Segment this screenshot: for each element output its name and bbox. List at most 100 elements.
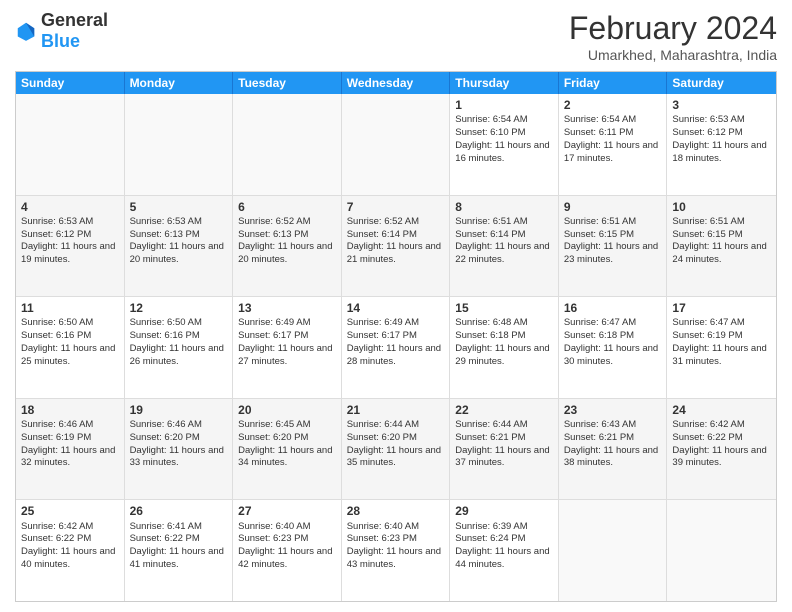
calendar-day-cell: 1Sunrise: 6:54 AMSunset: 6:10 PMDaylight… bbox=[450, 94, 559, 195]
day-number: 20 bbox=[238, 402, 336, 418]
sunrise-text: Sunrise: 6:48 AM bbox=[455, 317, 527, 328]
day-number: 19 bbox=[130, 402, 228, 418]
sunset-text: Sunset: 6:17 PM bbox=[238, 330, 308, 341]
calendar-empty-cell bbox=[16, 94, 125, 195]
daylight-text: Daylight: 11 hours and 24 minutes. bbox=[672, 241, 766, 265]
sunrise-text: Sunrise: 6:47 AM bbox=[564, 317, 636, 328]
sunset-text: Sunset: 6:12 PM bbox=[672, 127, 742, 138]
sunrise-text: Sunrise: 6:54 AM bbox=[564, 114, 636, 125]
logo: General Blue bbox=[15, 10, 108, 52]
day-number: 13 bbox=[238, 300, 336, 316]
calendar: SundayMondayTuesdayWednesdayThursdayFrid… bbox=[15, 71, 777, 602]
calendar-day-cell: 22Sunrise: 6:44 AMSunset: 6:21 PMDayligh… bbox=[450, 399, 559, 500]
sunset-text: Sunset: 6:22 PM bbox=[672, 432, 742, 443]
calendar-day-cell: 7Sunrise: 6:52 AMSunset: 6:14 PMDaylight… bbox=[342, 196, 451, 297]
sunset-text: Sunset: 6:22 PM bbox=[130, 533, 200, 544]
sunrise-text: Sunrise: 6:42 AM bbox=[21, 521, 93, 532]
day-number: 9 bbox=[564, 199, 662, 215]
sunset-text: Sunset: 6:11 PM bbox=[564, 127, 634, 138]
sunset-text: Sunset: 6:19 PM bbox=[672, 330, 742, 341]
daylight-text: Daylight: 11 hours and 19 minutes. bbox=[21, 241, 115, 265]
day-number: 1 bbox=[455, 97, 553, 113]
day-number: 25 bbox=[21, 503, 119, 519]
calendar-day-cell: 5Sunrise: 6:53 AMSunset: 6:13 PMDaylight… bbox=[125, 196, 234, 297]
daylight-text: Daylight: 11 hours and 29 minutes. bbox=[455, 343, 549, 367]
sunset-text: Sunset: 6:14 PM bbox=[347, 229, 417, 240]
calendar-day-cell: 4Sunrise: 6:53 AMSunset: 6:12 PMDaylight… bbox=[16, 196, 125, 297]
daylight-text: Daylight: 11 hours and 27 minutes. bbox=[238, 343, 332, 367]
day-number: 29 bbox=[455, 503, 553, 519]
daylight-text: Daylight: 11 hours and 28 minutes. bbox=[347, 343, 441, 367]
day-number: 11 bbox=[21, 300, 119, 316]
day-number: 21 bbox=[347, 402, 445, 418]
daylight-text: Daylight: 11 hours and 42 minutes. bbox=[238, 546, 332, 570]
sunset-text: Sunset: 6:16 PM bbox=[130, 330, 200, 341]
calendar-header-cell: Sunday bbox=[16, 72, 125, 94]
day-number: 10 bbox=[672, 199, 771, 215]
sunset-text: Sunset: 6:13 PM bbox=[130, 229, 200, 240]
daylight-text: Daylight: 11 hours and 25 minutes. bbox=[21, 343, 115, 367]
daylight-text: Daylight: 11 hours and 32 minutes. bbox=[21, 445, 115, 469]
sunset-text: Sunset: 6:21 PM bbox=[564, 432, 634, 443]
sunset-text: Sunset: 6:10 PM bbox=[455, 127, 525, 138]
day-number: 22 bbox=[455, 402, 553, 418]
sunrise-text: Sunrise: 6:42 AM bbox=[672, 419, 744, 430]
calendar-empty-cell bbox=[559, 500, 668, 601]
calendar-day-cell: 15Sunrise: 6:48 AMSunset: 6:18 PMDayligh… bbox=[450, 297, 559, 398]
calendar-empty-cell bbox=[342, 94, 451, 195]
sunset-text: Sunset: 6:24 PM bbox=[455, 533, 525, 544]
sunrise-text: Sunrise: 6:44 AM bbox=[347, 419, 419, 430]
sunset-text: Sunset: 6:16 PM bbox=[21, 330, 91, 341]
sunrise-text: Sunrise: 6:43 AM bbox=[564, 419, 636, 430]
calendar-day-cell: 9Sunrise: 6:51 AMSunset: 6:15 PMDaylight… bbox=[559, 196, 668, 297]
title-block: February 2024 Umarkhed, Maharashtra, Ind… bbox=[569, 10, 777, 63]
sunrise-text: Sunrise: 6:50 AM bbox=[130, 317, 202, 328]
sunset-text: Sunset: 6:18 PM bbox=[564, 330, 634, 341]
calendar-empty-cell bbox=[667, 500, 776, 601]
daylight-text: Daylight: 11 hours and 37 minutes. bbox=[455, 445, 549, 469]
sunset-text: Sunset: 6:19 PM bbox=[21, 432, 91, 443]
day-number: 18 bbox=[21, 402, 119, 418]
daylight-text: Daylight: 11 hours and 20 minutes. bbox=[238, 241, 332, 265]
daylight-text: Daylight: 11 hours and 44 minutes. bbox=[455, 546, 549, 570]
daylight-text: Daylight: 11 hours and 22 minutes. bbox=[455, 241, 549, 265]
calendar-day-cell: 27Sunrise: 6:40 AMSunset: 6:23 PMDayligh… bbox=[233, 500, 342, 601]
sunrise-text: Sunrise: 6:47 AM bbox=[672, 317, 744, 328]
calendar-day-cell: 13Sunrise: 6:49 AMSunset: 6:17 PMDayligh… bbox=[233, 297, 342, 398]
calendar-empty-cell bbox=[125, 94, 234, 195]
sunrise-text: Sunrise: 6:53 AM bbox=[21, 216, 93, 227]
sunset-text: Sunset: 6:23 PM bbox=[347, 533, 417, 544]
sunset-text: Sunset: 6:14 PM bbox=[455, 229, 525, 240]
calendar-day-cell: 19Sunrise: 6:46 AMSunset: 6:20 PMDayligh… bbox=[125, 399, 234, 500]
calendar-day-cell: 14Sunrise: 6:49 AMSunset: 6:17 PMDayligh… bbox=[342, 297, 451, 398]
daylight-text: Daylight: 11 hours and 20 minutes. bbox=[130, 241, 224, 265]
daylight-text: Daylight: 11 hours and 38 minutes. bbox=[564, 445, 658, 469]
day-number: 16 bbox=[564, 300, 662, 316]
calendar-week-row: 4Sunrise: 6:53 AMSunset: 6:12 PMDaylight… bbox=[16, 196, 776, 298]
sunrise-text: Sunrise: 6:41 AM bbox=[130, 521, 202, 532]
sunrise-text: Sunrise: 6:45 AM bbox=[238, 419, 310, 430]
calendar-day-cell: 11Sunrise: 6:50 AMSunset: 6:16 PMDayligh… bbox=[16, 297, 125, 398]
sunrise-text: Sunrise: 6:40 AM bbox=[347, 521, 419, 532]
calendar-header-cell: Friday bbox=[559, 72, 668, 94]
daylight-text: Daylight: 11 hours and 41 minutes. bbox=[130, 546, 224, 570]
sunset-text: Sunset: 6:17 PM bbox=[347, 330, 417, 341]
calendar-day-cell: 26Sunrise: 6:41 AMSunset: 6:22 PMDayligh… bbox=[125, 500, 234, 601]
sunset-text: Sunset: 6:15 PM bbox=[564, 229, 634, 240]
calendar-day-cell: 6Sunrise: 6:52 AMSunset: 6:13 PMDaylight… bbox=[233, 196, 342, 297]
sunset-text: Sunset: 6:21 PM bbox=[455, 432, 525, 443]
sunset-text: Sunset: 6:23 PM bbox=[238, 533, 308, 544]
daylight-text: Daylight: 11 hours and 40 minutes. bbox=[21, 546, 115, 570]
calendar-body: 1 Sunrise: 6:54 AM Sunset: 6:10 PM Daylight… bbox=[16, 94, 776, 601]
sunset-text: Sunset: 6:20 PM bbox=[238, 432, 308, 443]
calendar-day-cell: 16Sunrise: 6:47 AMSunset: 6:18 PMDayligh… bbox=[559, 297, 668, 398]
calendar-day-cell: 17Sunrise: 6:47 AMSunset: 6:19 PMDayligh… bbox=[667, 297, 776, 398]
sunset-text: Sunset: 6:20 PM bbox=[347, 432, 417, 443]
sunrise-text: Sunrise: 6:51 AM bbox=[455, 216, 527, 227]
calendar-week-row: 11 Sunrise: 6:50 AM Sunset: 6:16 PM Dayligh… bbox=[16, 297, 776, 399]
day-number: 7 bbox=[347, 199, 445, 215]
calendar-header-row: SundayMondayTuesdayWednesdayThursdayFrid… bbox=[16, 72, 776, 94]
calendar-week-row: 18Sunrise: 6:46 AMSunset: 6:19 PMDayligh… bbox=[16, 399, 776, 501]
calendar-day-cell: 25Sunrise: 6:42 AMSunset: 6:22 PMDayligh… bbox=[16, 500, 125, 601]
calendar-day-cell: 10Sunrise: 6:51 AMSunset: 6:15 PMDayligh… bbox=[667, 196, 776, 297]
